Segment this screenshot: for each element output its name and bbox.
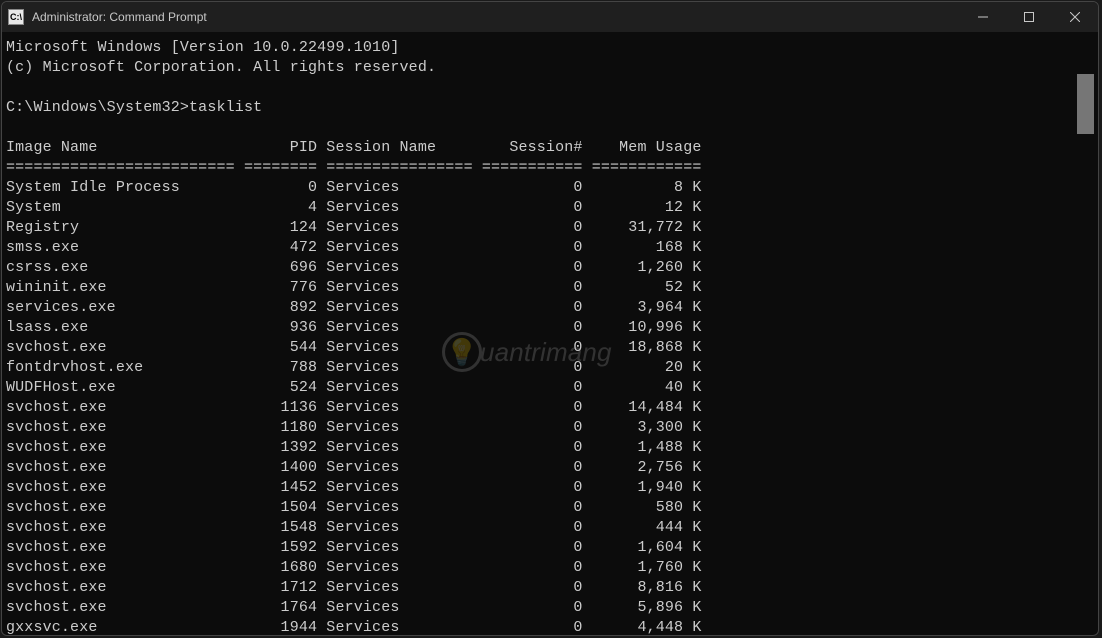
table-row: svchost.exe 1592 Services 0 1,604 K bbox=[6, 538, 1094, 558]
table-row: svchost.exe 1548 Services 0 444 K bbox=[6, 518, 1094, 538]
table-row: fontdrvhost.exe 788 Services 0 20 K bbox=[6, 358, 1094, 378]
table-row: svchost.exe 1712 Services 0 8,816 K bbox=[6, 578, 1094, 598]
terminal-output[interactable]: Microsoft Windows [Version 10.0.22499.10… bbox=[2, 32, 1098, 635]
entered-command: tasklist bbox=[189, 99, 262, 116]
cmd-icon: C:\ bbox=[8, 9, 24, 25]
version-line: Microsoft Windows [Version 10.0.22499.10… bbox=[6, 38, 1094, 58]
table-row: svchost.exe 1452 Services 0 1,940 K bbox=[6, 478, 1094, 498]
tasklist-separator: ========================= ======== =====… bbox=[6, 158, 1094, 178]
table-row: System 4 Services 0 12 K bbox=[6, 198, 1094, 218]
table-row: services.exe 892 Services 0 3,964 K bbox=[6, 298, 1094, 318]
table-row: wininit.exe 776 Services 0 52 K bbox=[6, 278, 1094, 298]
table-row: svchost.exe 1504 Services 0 580 K bbox=[6, 498, 1094, 518]
maximize-button[interactable] bbox=[1006, 2, 1052, 32]
titlebar[interactable]: C:\ Administrator: Command Prompt bbox=[2, 2, 1098, 32]
table-row: gxxsvc.exe 1944 Services 0 4,448 K bbox=[6, 618, 1094, 635]
table-row: WUDFHost.exe 524 Services 0 40 K bbox=[6, 378, 1094, 398]
blank-line bbox=[6, 78, 1094, 98]
table-row: svchost.exe 1400 Services 0 2,756 K bbox=[6, 458, 1094, 478]
table-row: smss.exe 472 Services 0 168 K bbox=[6, 238, 1094, 258]
table-row: csrss.exe 696 Services 0 1,260 K bbox=[6, 258, 1094, 278]
prompt-path: C:\Windows\System32> bbox=[6, 99, 189, 116]
table-row: svchost.exe 1392 Services 0 1,488 K bbox=[6, 438, 1094, 458]
table-row: svchost.exe 1180 Services 0 3,300 K bbox=[6, 418, 1094, 438]
table-row: Registry 124 Services 0 31,772 K bbox=[6, 218, 1094, 238]
command-prompt-window: C:\ Administrator: Command Prompt Micros… bbox=[1, 1, 1099, 636]
minimize-button[interactable] bbox=[960, 2, 1006, 32]
titlebar-left: C:\ Administrator: Command Prompt bbox=[8, 9, 207, 25]
prompt-line: C:\Windows\System32>tasklist bbox=[6, 98, 1094, 118]
tasklist-header: Image Name PID Session Name Session# Mem… bbox=[6, 138, 1094, 158]
window-title: Administrator: Command Prompt bbox=[32, 10, 207, 24]
maximize-icon bbox=[1024, 12, 1034, 22]
table-row: svchost.exe 1764 Services 0 5,896 K bbox=[6, 598, 1094, 618]
table-row: lsass.exe 936 Services 0 10,996 K bbox=[6, 318, 1094, 338]
table-row: svchost.exe 1136 Services 0 14,484 K bbox=[6, 398, 1094, 418]
close-icon bbox=[1070, 12, 1080, 22]
table-row: svchost.exe 544 Services 0 18,868 K bbox=[6, 338, 1094, 358]
blank-line bbox=[6, 118, 1094, 138]
copyright-line: (c) Microsoft Corporation. All rights re… bbox=[6, 58, 1094, 78]
tasklist-rows: System Idle Process 0 Services 0 8 KSyst… bbox=[6, 178, 1094, 635]
scrollbar-thumb[interactable] bbox=[1077, 74, 1094, 134]
table-row: svchost.exe 1680 Services 0 1,760 K bbox=[6, 558, 1094, 578]
close-button[interactable] bbox=[1052, 2, 1098, 32]
table-row: System Idle Process 0 Services 0 8 K bbox=[6, 178, 1094, 198]
minimize-icon bbox=[978, 12, 988, 22]
window-controls bbox=[960, 2, 1098, 32]
